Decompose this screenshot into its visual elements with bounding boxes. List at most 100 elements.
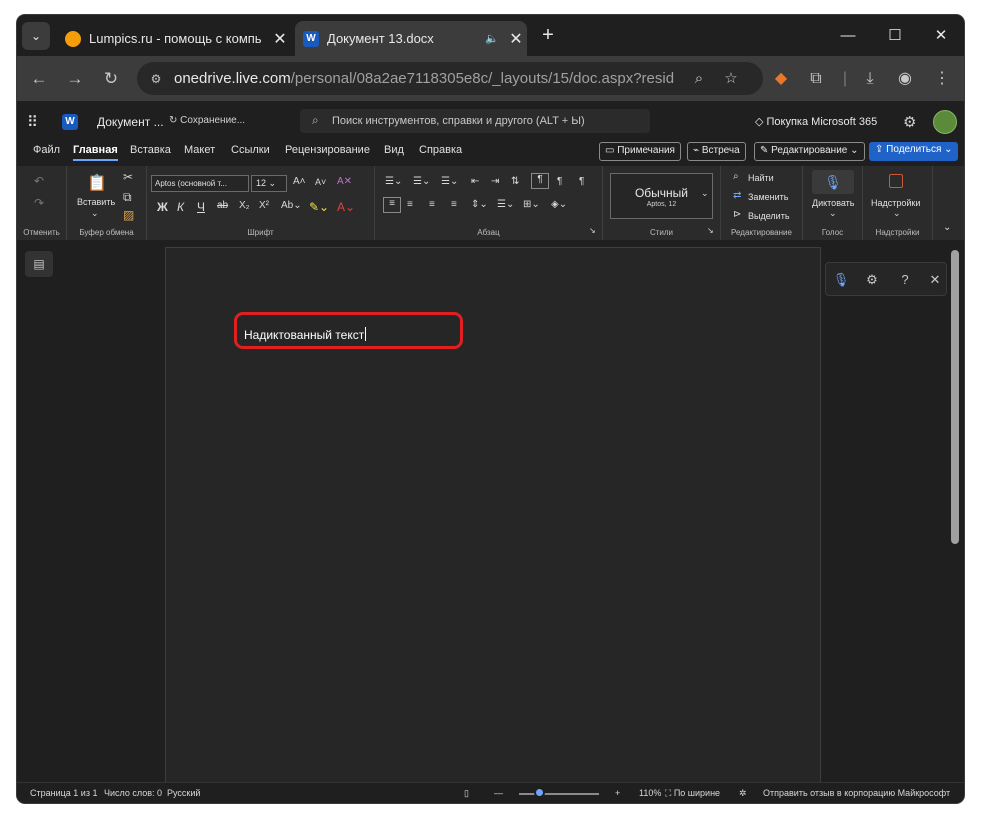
focus-mode-icon[interactable]: ✲ <box>739 788 747 799</box>
profile-avatar-icon[interactable]: ◉ <box>893 67 917 91</box>
feedback-link[interactable]: Отправить отзыв в корпорацию Майкрософт <box>763 788 950 798</box>
browser-menu-icon[interactable]: ⋮ <box>930 67 954 91</box>
chevron-down-icon[interactable]: ⌄ <box>893 208 901 219</box>
scrollbar-thumb[interactable] <box>951 250 959 544</box>
copy-icon[interactable]: ⧉ <box>123 190 132 205</box>
forward-arrow-icon[interactable]: → <box>61 65 89 93</box>
zoom-slider[interactable] <box>519 793 599 795</box>
zoom-magnifier-icon[interactable]: ⌕ <box>689 69 709 89</box>
strikethrough-icon[interactable]: ab <box>217 200 228 211</box>
borders-icon[interactable]: ⊞⌄ <box>523 199 540 210</box>
word-count[interactable]: Число слов: 0 <box>104 788 162 798</box>
grow-font-icon[interactable]: A˄ <box>293 176 306 187</box>
close-window-icon[interactable]: ✕ <box>918 23 964 49</box>
zoom-out-icon[interactable]: — <box>494 788 503 798</box>
chevron-down-icon[interactable]: ⌄ <box>91 208 99 219</box>
format-painter-icon[interactable]: ▨ <box>123 208 134 222</box>
style-gallery-chevron-icon[interactable]: ⌄ <box>701 188 709 199</box>
show-formatting-marks-icon[interactable]: ¶ <box>531 173 549 189</box>
decrease-indent-icon[interactable]: ⇤ <box>471 176 479 187</box>
font-color-icon[interactable]: A⌄ <box>337 200 355 214</box>
find-label[interactable]: Найти <box>748 173 774 183</box>
fit-width-button[interactable]: ⛶ По ширине <box>665 788 720 799</box>
app-launcher-waffle-icon[interactable]: ⠿ <box>27 113 38 131</box>
bookmark-star-icon[interactable]: ☆ <box>721 69 741 89</box>
document-page[interactable]: Надиктованный текст <box>165 247 821 787</box>
search-box[interactable]: ⌕ <box>300 109 650 133</box>
word-logo-icon[interactable]: W <box>62 114 78 130</box>
clear-formatting-icon[interactable]: A✕ <box>337 176 352 187</box>
address-bar[interactable]: ⚙ onedrive.live.com/personal/08a2ae71183… <box>137 62 763 95</box>
dialog-launcher-icon[interactable]: ↘ <box>707 226 714 235</box>
site-info-icon[interactable]: ⚙ <box>147 70 165 88</box>
multilevel-list-icon[interactable]: ☰⌄ <box>441 176 458 187</box>
dialog-launcher-icon[interactable]: ↘ <box>589 226 596 235</box>
tab-help[interactable]: Справка <box>419 144 462 156</box>
minimize-icon[interactable]: — <box>825 23 871 49</box>
bold-icon[interactable]: Ж <box>157 200 168 214</box>
redo-icon[interactable]: ↷ <box>34 196 44 210</box>
new-tab-plus-icon[interactable]: + <box>536 24 560 48</box>
subscript-icon[interactable]: X₂ <box>239 200 250 211</box>
search-input[interactable] <box>332 112 642 130</box>
shading-icon[interactable]: ◈⌄ <box>551 199 567 210</box>
change-case-icon[interactable]: Аb⌄ <box>281 200 302 211</box>
tab-search-chevron-icon[interactable]: ⌄ <box>22 22 50 50</box>
avatar[interactable] <box>933 110 957 134</box>
maximize-icon[interactable]: ☐ <box>872 23 918 49</box>
undo-icon[interactable]: ↶ <box>34 174 44 188</box>
chevron-down-icon[interactable]: ⌄ <box>829 208 837 219</box>
document-name[interactable]: Документ ... <box>97 115 164 129</box>
paste-label[interactable]: Вставить <box>77 197 115 207</box>
rtl-direction-icon[interactable]: ¶ <box>557 176 562 187</box>
zoom-slider-thumb[interactable] <box>534 787 545 798</box>
bullets-icon[interactable]: ☰⌄ <box>385 176 402 187</box>
reload-icon[interactable]: ↻ <box>97 65 125 93</box>
url-text[interactable]: onedrive.live.com/personal/08a2ae7118305… <box>174 70 674 87</box>
font-name-select[interactable]: Aptos (основной т... <box>151 175 249 192</box>
align-center-icon[interactable]: ≡ <box>407 199 413 210</box>
style-gallery-normal[interactable]: Обычный Aptos, 12 <box>610 173 713 219</box>
tab-lumpics[interactable]: Lumpics.ru - помощь с компь ✕ <box>57 21 291 56</box>
cut-scissors-icon[interactable]: ✂ <box>123 170 133 184</box>
download-icon[interactable]: ⤓ <box>858 67 882 91</box>
tab-word-document[interactable]: W Документ 13.docx 🔈 ✕ <box>295 21 527 56</box>
increase-indent-icon[interactable]: ⇥ <box>491 176 499 187</box>
close-icon[interactable]: ✕ <box>926 271 944 289</box>
ltr-direction-icon[interactable]: ¶ <box>579 176 584 187</box>
dictation-settings-gear-icon[interactable]: ⚙ <box>863 271 881 289</box>
select-label[interactable]: Выделить <box>748 211 790 221</box>
document-view-icon[interactable]: ▯ <box>464 788 469 799</box>
comments-button[interactable]: ▭ Примечания <box>599 142 681 161</box>
superscript-icon[interactable]: X² <box>259 200 269 211</box>
extensions-puzzle-icon[interactable]: ⧉ <box>804 67 828 91</box>
close-tab-icon[interactable]: ✕ <box>505 29 527 49</box>
microphone-icon[interactable]: 🎙 <box>832 271 850 289</box>
tab-layout[interactable]: Макет <box>184 144 215 156</box>
italic-icon[interactable]: К <box>177 200 184 214</box>
back-arrow-icon[interactable]: ← <box>25 65 53 93</box>
paragraph-spacing-icon[interactable]: ☰⌄ <box>497 199 514 210</box>
meeting-button[interactable]: ⌁ Встреча <box>687 142 746 161</box>
underline-icon[interactable]: Ч <box>197 200 205 214</box>
paste-icon[interactable]: 📋 <box>87 173 107 193</box>
numbering-icon[interactable]: ☰⌄ <box>413 176 430 187</box>
vertical-scrollbar[interactable] <box>947 240 964 782</box>
audio-icon[interactable]: 🔈 <box>485 32 505 45</box>
tab-insert[interactable]: Вставка <box>130 144 171 156</box>
zoom-level[interactable]: 110% <box>639 788 661 798</box>
align-left-icon[interactable]: ≡ <box>383 197 401 213</box>
tab-references[interactable]: Ссылки <box>231 144 270 156</box>
dictate-label[interactable]: Диктовать <box>812 198 855 208</box>
gear-icon[interactable]: ⚙ <box>903 113 916 131</box>
navigation-pane-icon[interactable]: ▤ <box>25 251 53 277</box>
addins-grid-icon[interactable] <box>889 174 903 188</box>
tab-home[interactable]: Главная <box>73 144 118 161</box>
microphone-icon[interactable]: 🎙 <box>812 170 854 194</box>
addins-label[interactable]: Надстройки <box>871 198 920 208</box>
tab-view[interactable]: Вид <box>384 144 404 156</box>
tab-review[interactable]: Рецензирование <box>285 144 370 156</box>
help-question-icon[interactable]: ? <box>896 271 914 289</box>
replace-label[interactable]: Заменить <box>748 192 788 202</box>
close-tab-icon[interactable]: ✕ <box>269 29 291 49</box>
